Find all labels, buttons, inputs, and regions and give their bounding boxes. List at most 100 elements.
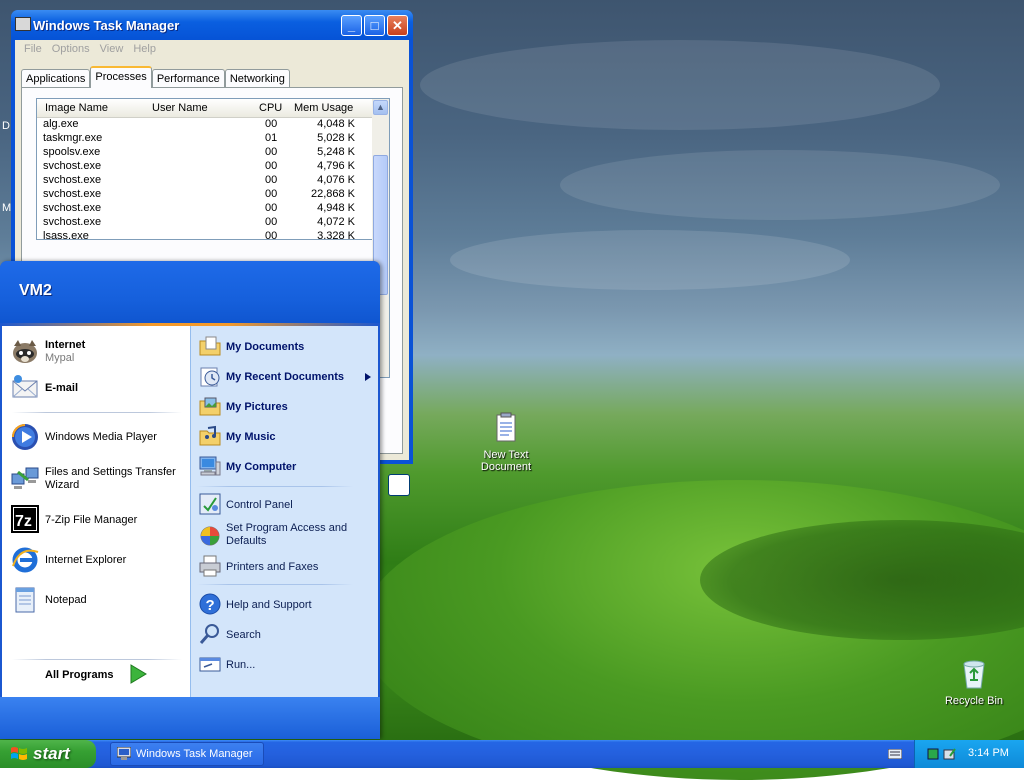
recent-internet-explorer[interactable]: Internet Explorer [10,544,188,576]
7zip-icon: 7z [11,505,39,533]
scroll-up-arrow[interactable]: ▲ [373,100,388,115]
maximize-button[interactable]: □ [364,15,385,36]
menu-file[interactable]: File [19,40,47,58]
window-title: Windows Task Manager [33,18,180,33]
desktop-icon-label: New Text Document [480,449,532,473]
cell-cpu: 00 [265,230,278,240]
desktop-edge-letter-d: D [2,120,10,132]
cell-image: alg.exe [43,118,79,130]
place-label: My Documents [226,341,305,353]
menu-options[interactable]: Options [47,40,95,58]
column-mem-usage[interactable]: Mem Usage [294,102,353,114]
system-printers-and-faxes[interactable]: Printers and Faxes [198,554,374,582]
start-menu-footer [0,697,380,739]
cell-image: taskmgr.exe [43,132,103,144]
table-row[interactable]: alg.exe 00 4,048 K [37,118,373,132]
place-my-computer[interactable]: My Computer [198,454,374,482]
column-image-name[interactable]: Image Name [45,102,108,114]
pinned-email[interactable]: E-mail [10,373,188,405]
system-control-panel[interactable]: Control Panel [198,492,374,520]
pinned-internet[interactable]: Internet Mypal [10,336,188,372]
internet-explorer-icon [12,547,39,573]
taskbar: start Windows Task Manager 3:14 PM [0,740,1024,768]
close-button[interactable]: ✕ [387,15,408,36]
task-manager-icon [117,747,131,760]
task-manager-icon [15,17,31,31]
recent-item-label: Windows Media Player [45,431,157,443]
system-set-program-access[interactable]: Set Program Access and Defaults [198,522,374,552]
program-access-icon [200,526,220,546]
desktop-icon-recycle-bin[interactable]: Recycle Bin [934,658,1014,707]
place-my-recent-documents[interactable]: My Recent Documents [198,364,374,392]
tab-networking[interactable]: Networking [224,69,290,88]
start-menu-header: VM2 [0,261,380,325]
recent-documents-icon [200,367,220,387]
menu-view[interactable]: View [95,40,129,58]
table-row[interactable]: lsass.exe 00 3,328 K [37,230,373,240]
menu-bar: File Options View Help [15,40,409,58]
cell-image: svchost.exe [43,216,102,228]
raccoon-browser-icon [13,340,37,363]
help-and-support[interactable]: ? Help and Support [198,592,374,620]
taskbar-item-task-manager[interactable]: Windows Task Manager [110,742,264,766]
cell-mem: 4,948 K [317,202,355,214]
safely-remove-hardware-icon[interactable] [943,747,957,761]
table-row[interactable]: svchost.exe 00 4,076 K [37,174,373,188]
cell-mem: 4,048 K [317,118,355,130]
tab-applications[interactable]: Applications [21,69,91,88]
place-my-music[interactable]: My Music [198,424,374,452]
recent-7zip[interactable]: 7z 7-Zip File Manager [10,504,188,536]
place-label: My Computer [226,461,297,473]
tab-processes[interactable]: Processes [90,66,152,88]
system-item-label: Printers and Faxes [226,561,319,573]
recycle-bin-icon [963,660,985,689]
process-rows: alg.exe 00 4,048 K taskmgr.exe 01 5,028 K spoo… [37,118,373,240]
start-button[interactable]: start [0,740,96,768]
table-row[interactable]: svchost.exe 00 4,948 K [37,202,373,216]
search[interactable]: Search [198,622,374,650]
recent-windows-media-player[interactable]: Windows Media Player [10,422,188,454]
column-cpu[interactable]: CPU [259,102,282,114]
process-list[interactable]: Image Name User Name CPU Mem Usage alg.e… [36,98,374,240]
cell-image: svchost.exe [43,160,102,172]
column-user-name[interactable]: User Name [152,102,208,114]
end-process-button-partial[interactable] [388,474,410,496]
table-row[interactable]: spoolsv.exe 00 5,248 K [37,146,373,160]
place-my-pictures[interactable]: My Pictures [198,394,374,422]
table-row[interactable]: taskmgr.exe 01 5,028 K [37,132,373,146]
recent-files-settings-transfer[interactable]: Files and Settings Transfer Wizard [10,462,188,494]
task-manager-titlebar[interactable]: Windows Task Manager _ □ ✕ [11,10,413,40]
all-programs-arrow-icon[interactable] [127,663,149,685]
place-label: My Recent Documents [226,371,344,383]
keyboard-icon[interactable] [888,749,902,759]
cell-mem: 22,868 K [310,188,355,200]
recent-item-label: Internet Explorer [45,554,127,566]
desktop-icon-new-text-document[interactable]: New Text Document [466,412,546,473]
place-label: My Pictures [226,401,288,413]
control-panel-icon [199,493,221,515]
table-row[interactable]: svchost.exe 00 4,072 K [37,216,373,230]
cell-image: lsass.exe [43,230,89,240]
run[interactable]: Run... [198,652,374,680]
minimize-button[interactable]: _ [341,15,362,36]
menu-help[interactable]: Help [128,40,161,58]
all-programs-label[interactable]: All Programs [45,669,113,681]
desktop-edge-letter-m: M [2,202,12,214]
recent-item-label: Notepad [45,594,87,606]
cell-image: svchost.exe [43,188,102,200]
network-icon[interactable] [927,748,939,760]
clock: 3:14 PM [968,747,1009,759]
cell-cpu: 00 [265,216,278,228]
tab-performance[interactable]: Performance [151,69,225,88]
table-row[interactable]: svchost.exe 00 4,796 K [37,160,373,174]
cell-mem: 4,796 K [317,160,355,172]
recent-notepad[interactable]: Notepad [10,584,188,616]
place-my-documents[interactable]: My Documents [198,334,374,362]
tab-strip: Applications Processes Performance Netwo… [21,66,290,88]
cell-mem: 5,028 K [317,132,355,144]
table-row[interactable]: svchost.exe 00 22,868 K [37,188,373,202]
svg-text:?: ? [206,597,215,614]
cell-cpu: 00 [265,202,278,214]
printer-icon [199,555,221,577]
cell-image: spoolsv.exe [43,146,101,158]
